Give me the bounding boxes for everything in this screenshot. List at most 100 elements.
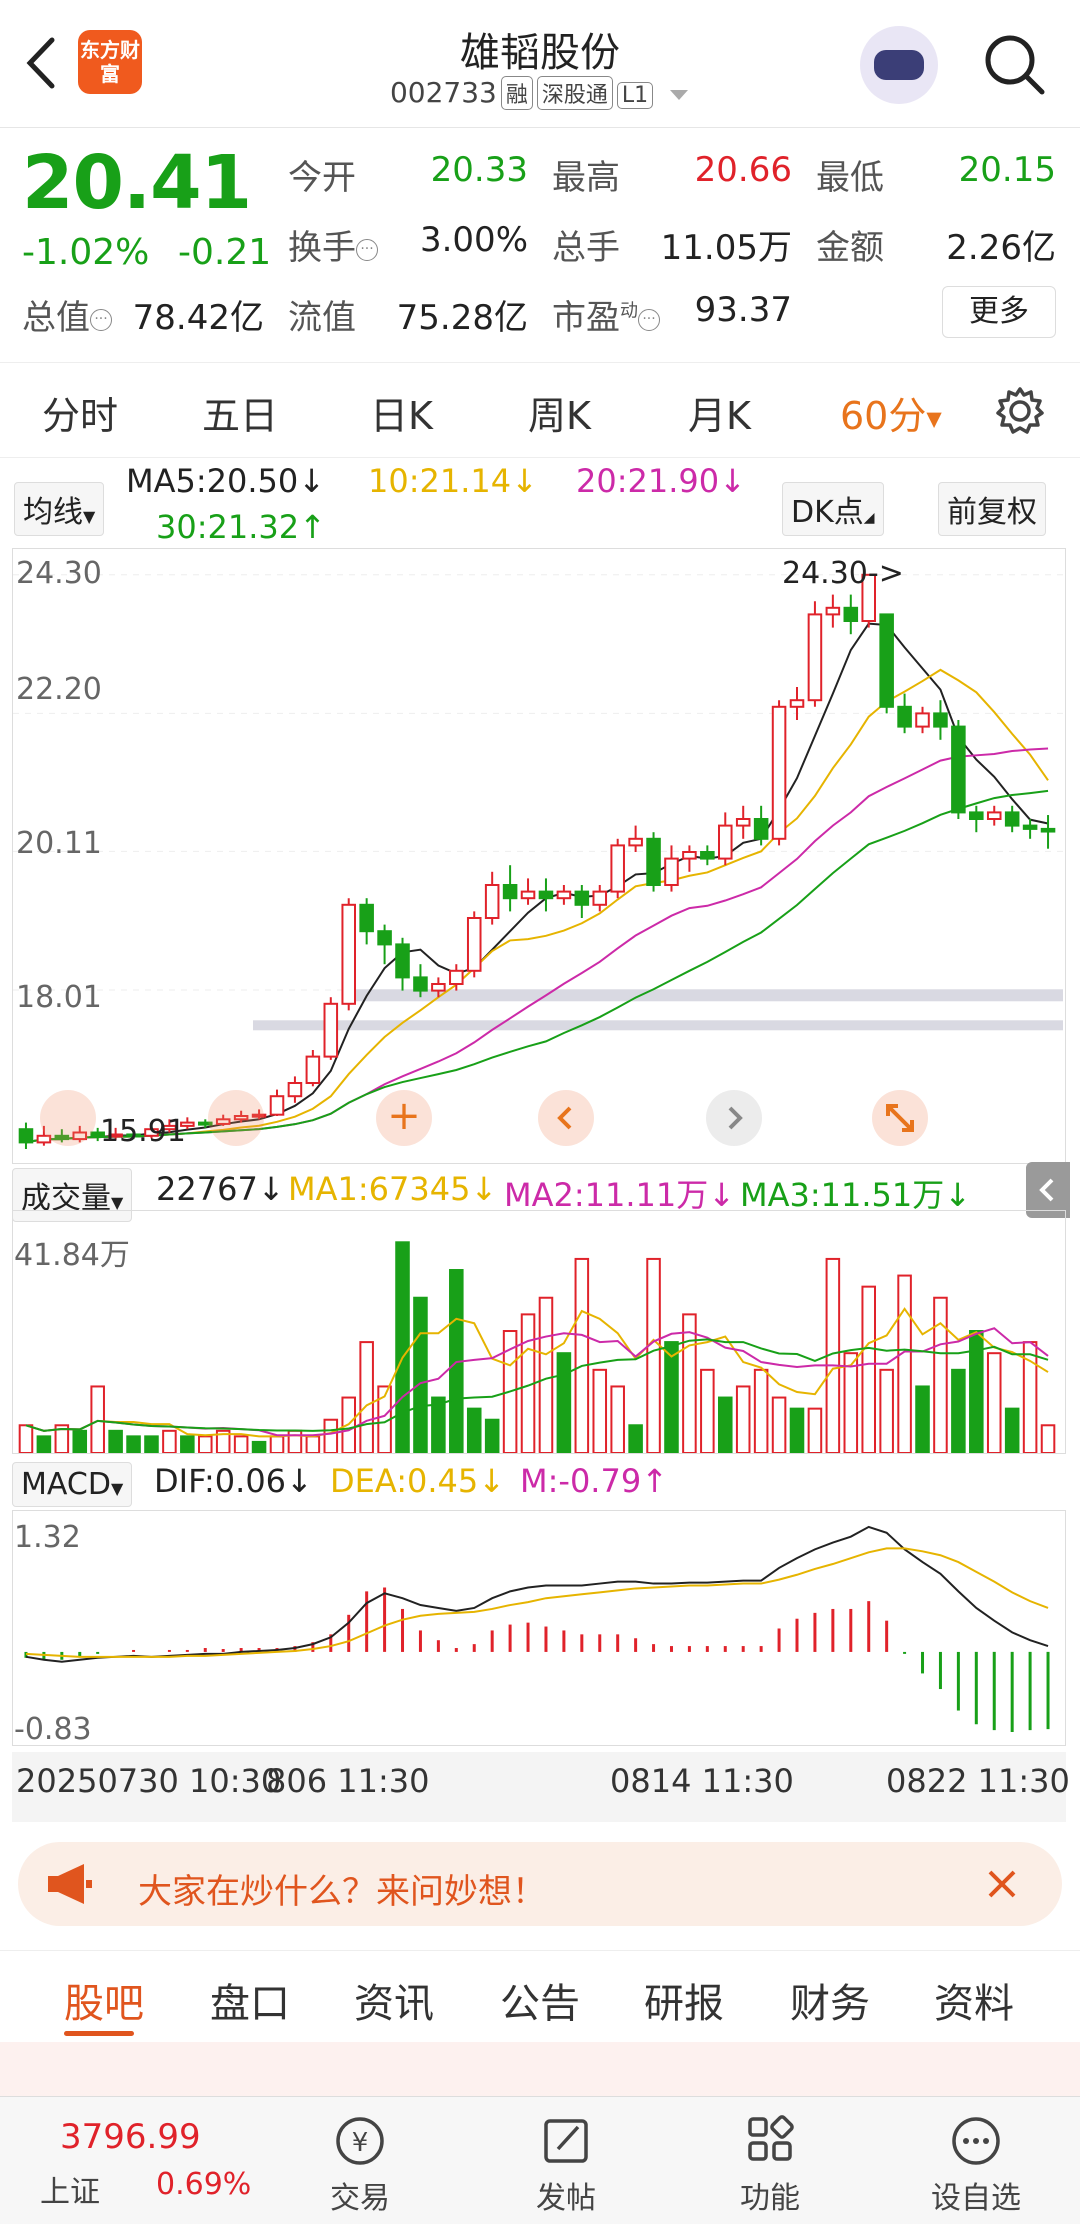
candle-body (897, 705, 912, 728)
tab-announcements[interactable]: 公告 (500, 1971, 580, 2029)
volume-label: 总手 (552, 228, 620, 268)
volume-bar (753, 1368, 769, 1454)
tab-weekly-k[interactable]: 周K (528, 385, 591, 440)
index-percent: 0.69% (156, 2167, 252, 2202)
tag-margin: 融 (500, 76, 533, 110)
macd-select[interactable]: MACD▼ (12, 1462, 133, 1507)
candle-body (269, 1095, 285, 1116)
info-icon[interactable]: ··· (90, 308, 112, 331)
volume-bar (1004, 1407, 1020, 1454)
tab-monthly-k[interactable]: 月K (688, 385, 751, 440)
search-icon[interactable] (980, 30, 1050, 100)
post-button[interactable]: 发帖 (496, 2113, 636, 2217)
chart-zoom-out-button[interactable] (208, 1090, 264, 1146)
index-value[interactable]: 3796.99 (60, 2117, 201, 2157)
float-label: 流值 (288, 298, 356, 338)
tab-profile[interactable]: 资料 (934, 1971, 1014, 2029)
volume-bar (807, 1407, 823, 1454)
open-value: 20.33 (430, 150, 528, 190)
chevron-down-icon[interactable] (668, 76, 690, 109)
info-icon[interactable]: ··· (356, 238, 378, 261)
volume-latest: 22767↓ (156, 1170, 285, 1208)
volume-bar (646, 1257, 661, 1455)
more-button[interactable]: 更多 (942, 286, 1056, 338)
feed-preview-strip (0, 2042, 1080, 2096)
volume-ma-line (25, 1338, 1049, 1432)
assistant-robot-icon[interactable] (860, 26, 938, 104)
trade-icon: ¥ (336, 2117, 384, 2165)
tab-five-day[interactable]: 五日 (202, 385, 278, 440)
tab-pankou[interactable]: 盘口 (210, 1971, 290, 2029)
tab-research[interactable]: 研报 (644, 1971, 724, 2029)
candle-body (610, 844, 625, 893)
chart-right-arrow-icon[interactable] (706, 1090, 762, 1146)
edit-icon (544, 2119, 588, 2163)
grid-icon (748, 2115, 794, 2161)
volume-bar (126, 1435, 141, 1455)
volume-bar (628, 1424, 643, 1454)
kline-chart[interactable] (12, 548, 1066, 1164)
period-tabs: 分时 五日 日K 周K 月K 60分▼ (0, 362, 1080, 458)
adjust-button[interactable]: 前复权 (938, 482, 1046, 536)
candle-body (18, 1128, 34, 1144)
settings-gear-icon[interactable] (994, 385, 1046, 441)
candle-body (735, 818, 751, 827)
info-icon[interactable]: ··· (638, 308, 660, 331)
x-tick-label: 806 11:30 (266, 1762, 430, 1800)
chart-left-arrow-icon[interactable] (538, 1090, 594, 1146)
functions-button[interactable]: 功能 (700, 2113, 840, 2217)
ask-banner[interactable]: 大家在炒什么？来问妙想！ (18, 1842, 1062, 1926)
volume-bar (162, 1429, 177, 1454)
banner-text: 大家在炒什么？来问妙想！ (138, 1872, 546, 1912)
close-icon[interactable] (978, 1860, 1026, 1908)
dk-point-button[interactable]: DK点◢ (782, 482, 884, 536)
high-label: 最高 (552, 158, 620, 198)
tab-news[interactable]: 资讯 (354, 1971, 434, 2029)
trade-button[interactable]: ¥ 交易 (290, 2113, 430, 2217)
mcap-label: 总值 ··· (22, 290, 112, 339)
more-dots-icon (952, 2117, 1000, 2165)
macd-chart[interactable] (12, 1510, 1066, 1746)
candle-body (664, 857, 679, 887)
mcap-value: 78.42亿 (132, 298, 264, 338)
volume-bar (466, 1407, 482, 1454)
change-percent: -1.02% (22, 232, 150, 273)
ma-select[interactable]: 均线▼ (14, 482, 105, 536)
pe-label: 市盈动 ··· (552, 290, 660, 339)
macd-m: M:-0.79↑ (520, 1462, 668, 1500)
tab-guba[interactable]: 股吧 (64, 1971, 144, 2029)
volume-ma-line (25, 1307, 1049, 1438)
stock-code: 002733 (389, 76, 497, 109)
candle-body (718, 824, 733, 860)
dea-line (25, 1547, 1049, 1658)
float-value: 75.28亿 (396, 298, 528, 338)
chart-prev-button[interactable] (40, 1090, 96, 1146)
tab-finance[interactable]: 财务 (790, 1971, 870, 2029)
volume-bar (413, 1296, 428, 1455)
y-tick-label: 24.30 (16, 556, 102, 591)
kline-svg (13, 573, 1065, 1149)
chart-add-icon[interactable]: + (376, 1090, 432, 1146)
chart-expand-icon[interactable] (872, 1090, 928, 1146)
volume-bar (233, 1435, 249, 1455)
volume-bar (1040, 1424, 1056, 1454)
tab-daily-k[interactable]: 日K (370, 385, 433, 440)
candle-body (341, 903, 356, 1005)
candle-body (359, 903, 374, 933)
candle-body (502, 884, 518, 900)
candle-body (969, 811, 984, 820)
volume-chart[interactable] (12, 1210, 1066, 1455)
tab-intraday[interactable]: 分时 (42, 385, 118, 440)
candle-body (538, 890, 554, 900)
x-tick-label: 0814 11:30 (610, 1762, 794, 1800)
low-label: 最低 (816, 158, 884, 198)
add-watchlist-button[interactable]: 设自选 (906, 2113, 1046, 2217)
active-tab-indicator (64, 2031, 134, 2036)
candle-body (700, 851, 715, 860)
volume-bar (843, 1352, 859, 1454)
volume-y-label: 41.84万 (14, 1238, 130, 1273)
tab-60min[interactable]: 60分▼ (840, 385, 942, 440)
candle-body (413, 976, 428, 992)
macd-y-tick: -0.83 (14, 1712, 92, 1747)
open-label: 今开 (288, 158, 356, 198)
